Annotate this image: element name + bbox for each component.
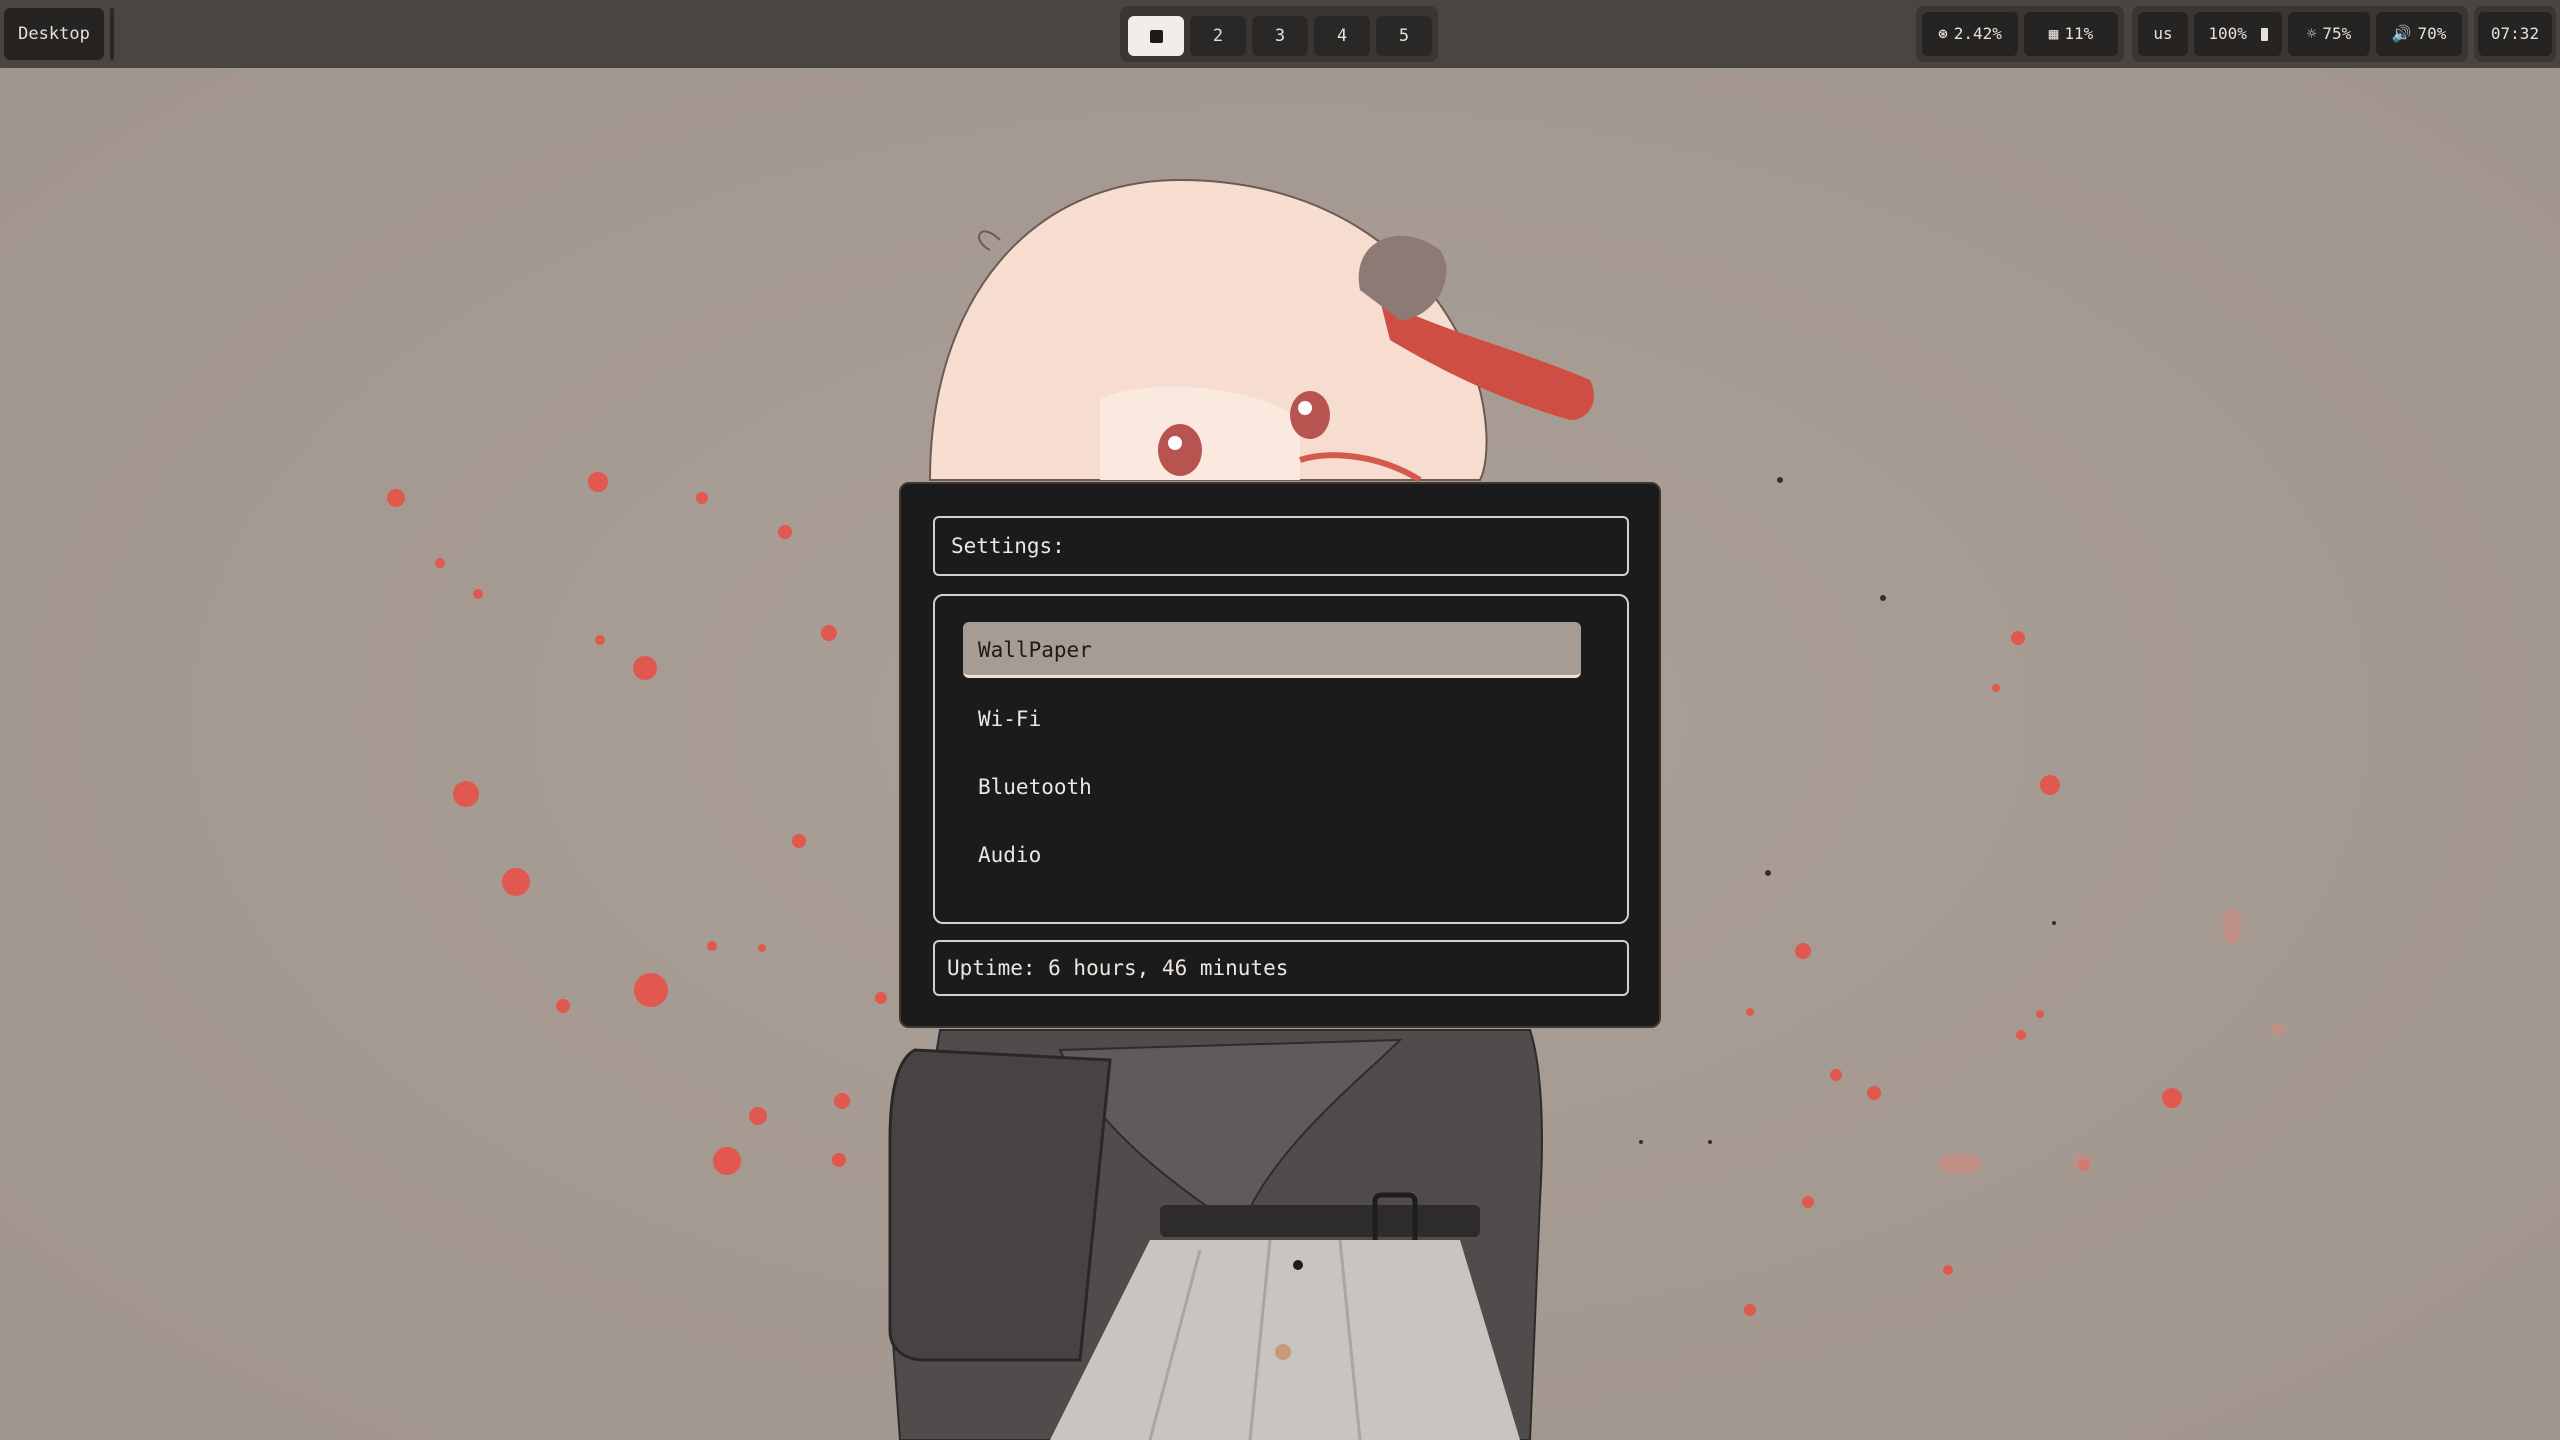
brightness-value: 75% [2322,24,2352,43]
volume-widget[interactable]: 🔊 70% [2376,12,2462,56]
clock-group: 07:32 [2474,6,2556,62]
workspace-switcher: 2 3 4 5 [1120,6,1438,62]
system-stats-group: ⊛ 2.42% ▦ 11% [1916,6,2124,62]
menu-item-audio[interactable]: Audio [963,827,1581,883]
cpu-icon: ⊛ [1938,24,1948,43]
keyboard-layout-widget[interactable]: us [2138,12,2188,56]
volume-icon: 🔊 [2391,24,2412,43]
clock[interactable]: 07:32 [2478,12,2552,56]
battery-value: 100% [2208,24,2247,43]
settings-launcher: Settings: WallPaper Wi-Fi Bluetooth Audi… [899,482,1661,1028]
launcher-prompt-input[interactable]: Settings: [933,516,1629,576]
settings-menu-list: WallPaper Wi-Fi Bluetooth Audio [933,594,1629,924]
workspace-2-button[interactable]: 2 [1190,16,1246,56]
menu-item-bluetooth[interactable]: Bluetooth [963,759,1581,815]
active-workspace-icon [1149,29,1163,43]
top-bar: Desktop 2 3 4 5 ⊛ 2.42% ▦ 11% us 100% ☼ 75%… [0,0,2560,68]
workspace-5-button[interactable]: 5 [1376,16,1432,56]
memory-value: 11% [2064,24,2094,43]
workspace-4-button[interactable]: 4 [1314,16,1370,56]
desktop-button[interactable]: Desktop [4,8,104,60]
memory-icon: ▦ [2048,24,2059,43]
uptime-status: Uptime: 6 hours, 46 minutes [933,940,1629,996]
memory-widget[interactable]: ▦ 11% [2024,12,2118,56]
cpu-value: 2.42% [1953,24,2002,43]
workspace-1-button[interactable] [1128,16,1184,56]
menu-item-wifi[interactable]: Wi-Fi [963,691,1581,747]
brightness-widget[interactable]: ☼ 75% [2288,12,2370,56]
status-group: us 100% ☼ 75% 🔊 70% [2132,6,2468,62]
cpu-widget[interactable]: ⊛ 2.42% [1922,12,2018,56]
battery-icon [2260,28,2268,41]
workspace-3-button[interactable]: 3 [1252,16,1308,56]
brightness-icon: ☼ [2306,24,2317,43]
volume-value: 70% [2417,24,2447,43]
bar-separator [110,8,114,60]
battery-widget[interactable]: 100% [2194,12,2282,56]
menu-item-wallpaper[interactable]: WallPaper [963,622,1581,678]
